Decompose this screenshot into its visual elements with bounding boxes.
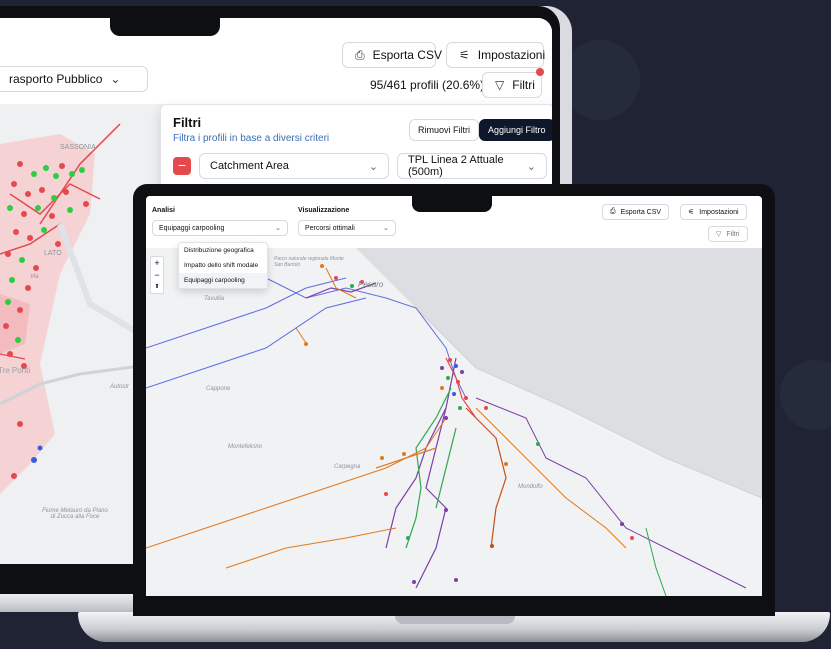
map-label: Cappone bbox=[206, 386, 231, 392]
background-glow bbox=[780, 360, 831, 430]
chevron-down-icon: ⌄ bbox=[383, 225, 389, 232]
back-topbar: rasporto Pubblico ⌄ ⎙ Esporta CSV ⚟ Impo… bbox=[0, 18, 552, 105]
front-laptop-notch bbox=[412, 192, 492, 212]
mode-select-label: rasporto Pubblico bbox=[9, 72, 103, 86]
filters-button-label: Filtri bbox=[726, 230, 740, 238]
chevron-down-icon: ⌄ bbox=[526, 160, 536, 173]
dropdown-item-equipaggi[interactable]: Equipaggi carpooling bbox=[179, 273, 267, 288]
analysis-label: Analisi bbox=[152, 207, 175, 214]
map-label: Pesaro bbox=[358, 280, 384, 289]
map-label: SASSONIA bbox=[60, 144, 96, 151]
profile-count: 95/461 profili (20.6%) bbox=[370, 78, 485, 92]
filter-value-select[interactable]: TPL Linea 2 Attuale (500m) ⌄ bbox=[397, 153, 547, 179]
map-label: Fiume Metauro da Piano di Zucca alla Foc… bbox=[42, 508, 108, 520]
filter-field-select[interactable]: Catchment Area ⌄ bbox=[199, 153, 389, 179]
filter-field-label: Catchment Area bbox=[210, 160, 289, 172]
mode-select[interactable]: rasporto Pubblico ⌄ bbox=[0, 66, 148, 92]
map-label: Parco naturale regionale Monte San Barto… bbox=[274, 256, 344, 268]
filters-button[interactable]: ▽ Filtri bbox=[708, 226, 748, 242]
map-zoom-controls: + − ⬆ bbox=[150, 256, 164, 294]
zoom-in-button[interactable]: + bbox=[151, 257, 163, 269]
visualization-select[interactable]: Percorsi ottimali ⌄ bbox=[298, 220, 396, 236]
export-csv-label: Esporta CSV bbox=[620, 208, 662, 216]
map-label: LATO bbox=[44, 250, 62, 257]
filters-button[interactable]: ▽ Filtri bbox=[482, 72, 542, 98]
remove-filters-label: Rimuovi Filtri bbox=[418, 125, 471, 135]
file-download-icon: ⎙ bbox=[355, 47, 365, 62]
chevron-down-icon: ⌄ bbox=[110, 72, 121, 86]
map-label: Via bbox=[30, 274, 39, 280]
map-label: Autostr bbox=[110, 384, 130, 390]
map-label: Carpegna bbox=[334, 464, 361, 470]
settings-button[interactable]: ⚟ Impostazioni bbox=[680, 204, 747, 220]
add-filter-label: Aggiungi Filtro bbox=[488, 125, 546, 135]
chevron-down-icon: ⌄ bbox=[368, 160, 378, 173]
filters-notification-dot bbox=[536, 68, 544, 76]
compass-icon[interactable]: ⬆ bbox=[151, 281, 163, 293]
file-download-icon: ⎙ bbox=[610, 208, 616, 215]
visualization-select-label: Percorsi ottimali bbox=[305, 224, 355, 232]
add-filter-button[interactable]: Aggiungi Filtro bbox=[479, 119, 552, 141]
map-label: Montefelcino bbox=[228, 444, 263, 450]
settings-label: Impostazioni bbox=[699, 208, 739, 216]
analysis-dropdown: Distribuzione geografica Impatto dello s… bbox=[178, 242, 268, 289]
remove-filters-button[interactable]: Rimuovi Filtri bbox=[409, 119, 480, 141]
sliders-icon: ⚟ bbox=[688, 209, 695, 216]
dropdown-item-impatto[interactable]: Impatto dello shift modale bbox=[179, 258, 267, 273]
map-label: Tavullia bbox=[204, 296, 225, 302]
export-csv-button[interactable]: ⎙ Esporta CSV bbox=[342, 42, 442, 68]
chevron-down-icon: ⌄ bbox=[275, 225, 281, 232]
filters-button-label: Filtri bbox=[512, 78, 535, 92]
map-label: Tre Ponti bbox=[0, 366, 31, 375]
visualization-label: Visualizzazione bbox=[298, 207, 350, 214]
settings-button[interactable]: ⚟ Impostazioni bbox=[446, 42, 546, 68]
filter-value-label: TPL Linea 2 Attuale (500m) bbox=[408, 154, 504, 178]
filters-panel-subtitle: Filtra i profili in base a diversi crite… bbox=[173, 133, 330, 144]
front-laptop-chin bbox=[133, 596, 775, 616]
zoom-out-button[interactable]: − bbox=[151, 269, 163, 281]
background-glow bbox=[560, 40, 640, 120]
filters-panel-title: Filtri bbox=[173, 115, 202, 130]
export-csv-label: Esporta CSV bbox=[372, 48, 442, 62]
filter-icon: ▽ bbox=[716, 231, 722, 238]
sliders-icon: ⚟ bbox=[459, 48, 470, 62]
dropdown-item-distribuzione[interactable]: Distribuzione geografica bbox=[179, 243, 267, 258]
remove-filter-row-button[interactable]: − bbox=[173, 157, 191, 175]
analysis-select-label: Equipaggi carpooling bbox=[159, 224, 225, 232]
settings-label: Impostazioni bbox=[477, 48, 546, 62]
front-laptop-screen: Analisi Equipaggi carpooling ⌄ Visualizz… bbox=[146, 196, 762, 596]
front-map-canvas bbox=[146, 248, 762, 596]
back-laptop-notch bbox=[110, 12, 220, 36]
export-csv-button[interactable]: ⎙ Esporta CSV bbox=[602, 204, 670, 220]
front-map[interactable]: Pesaro Parco naturale regionale Monte Sa… bbox=[146, 248, 762, 596]
map-label: Mondolfo bbox=[518, 484, 543, 490]
filter-icon: ▽ bbox=[495, 78, 505, 92]
analysis-select[interactable]: Equipaggi carpooling ⌄ bbox=[152, 220, 288, 236]
